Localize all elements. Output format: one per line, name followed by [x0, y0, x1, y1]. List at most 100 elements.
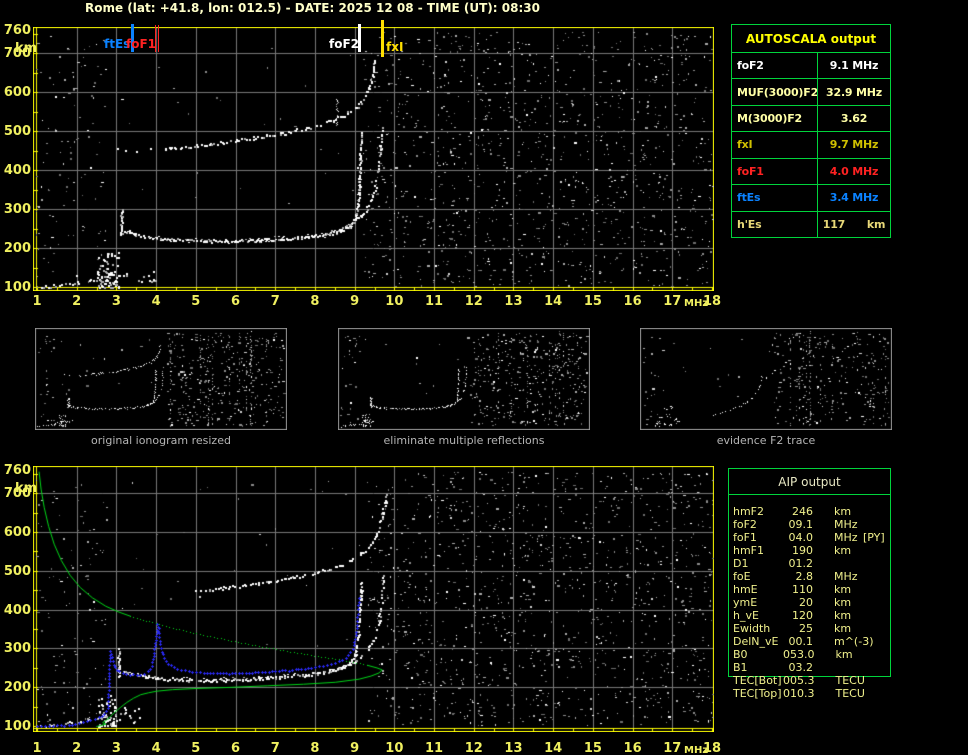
- aip-param-name: DelN_vE: [733, 635, 779, 648]
- aip-param-unit: km: [834, 544, 852, 557]
- x-tick-label: 6: [230, 294, 241, 309]
- y-tick-label: 600: [3, 85, 31, 101]
- aip-row: TEC[Bot] 005.3 TECU: [729, 674, 890, 687]
- aip-row: hmE 110 km: [729, 583, 890, 596]
- x-tick-label: 14: [544, 741, 563, 755]
- aip-param-value: 04.0: [788, 531, 814, 544]
- aip-param-name: foE: [733, 570, 751, 583]
- aip-param-name: D1: [733, 557, 749, 570]
- autoscala-param-name: foF2: [732, 53, 818, 79]
- aip-param-unit: [834, 661, 863, 674]
- autoscala-param-name: h'Es: [732, 211, 818, 237]
- marker-foF2-label: foF2: [329, 37, 360, 51]
- autoscala-param-value: 9.1 MHz: [829, 59, 879, 73]
- aip-param-name: B1: [733, 661, 748, 674]
- y-tick-label: 100: [3, 280, 31, 295]
- aip-row: D1 01.2: [729, 557, 890, 570]
- x-tick-label: 3: [111, 741, 121, 755]
- x-axis-unit-label: MHz: [684, 745, 709, 755]
- x-tick-label: 14: [544, 294, 563, 309]
- autoscala-table-header: AUTOSCALA output: [732, 25, 890, 53]
- autoscala-param-name: ftEs: [732, 185, 818, 211]
- aip-param-unit: [834, 557, 863, 570]
- autoscala-row: foF1 4.0 MHz: [732, 157, 890, 185]
- y-tick-label: 200: [3, 241, 31, 257]
- x-tick-label: 15: [583, 294, 602, 309]
- x-tick-label: 10: [385, 294, 404, 309]
- x-tick-label: 11: [425, 741, 444, 755]
- y-axis-unit-label: km: [15, 41, 38, 56]
- aip-row: B0 053.0 km: [729, 648, 890, 661]
- autoscala-row: fxI 9.7 MHz: [732, 131, 890, 158]
- aip-row: B1 03.2: [729, 661, 890, 674]
- aip-param-value: 246: [792, 505, 813, 518]
- aip-param-value: 053.0: [783, 648, 815, 661]
- x-tick-label: 7: [270, 294, 280, 309]
- x-axis-unit-label: MHz: [684, 298, 709, 309]
- aip-row: foF2 09.1 MHz: [729, 518, 890, 531]
- autoscala-param-value: 9.7 MHz: [829, 138, 879, 152]
- aip-row: h_vE 120 km: [729, 609, 890, 622]
- autoscala-param-value: 3.62: [840, 112, 868, 126]
- x-tick-label: 3: [111, 294, 121, 309]
- autoscala-row: MUF(3000)F2 32.9 MHz: [732, 78, 890, 105]
- aip-param-value: 2.8: [795, 570, 814, 583]
- x-tick-label: 1: [32, 294, 42, 309]
- aip-row: foF1 04.0 MHz [PY]: [729, 531, 890, 544]
- x-tick-label: 15: [583, 741, 602, 755]
- y-tick-label: 200: [3, 680, 31, 696]
- aip-param-unit: km: [834, 583, 852, 596]
- aip-output-table: AIP output hmF2 246 km foF2 09.1 MHz foF1 04.0 M…: [728, 468, 891, 700]
- marker-foF1-line: [158, 25, 159, 52]
- autoscala-param-value: 3.4 MHz: [829, 191, 879, 205]
- aip-param-unit: MHz: [834, 570, 858, 583]
- aip-row: DelN_vE 00.1 m^(-3): [729, 635, 890, 648]
- panel-original-resized: [35, 328, 287, 430]
- autoscala-row: foF2 9.1 MHz: [732, 53, 890, 79]
- x-tick-label: 9: [350, 294, 360, 309]
- aip-param-unit: MHz: [834, 531, 858, 544]
- marker-fxI-line: [381, 20, 384, 57]
- aip-param-name: h_vE: [733, 609, 759, 622]
- panel-evidence-f2: [640, 328, 892, 430]
- x-tick-label: 5: [191, 741, 201, 755]
- y-tick-label: 760: [3, 23, 31, 38]
- x-tick-label: 13: [504, 741, 523, 755]
- aip-param-value: 09.1: [788, 518, 814, 531]
- aip-param-name: ymE: [733, 596, 758, 609]
- aip-param-name: foF2: [733, 518, 757, 531]
- aip-param-value: 120: [792, 609, 813, 622]
- caption-evidence-f2: evidence F2 trace: [716, 434, 816, 447]
- aip-param-name: hmF2: [733, 505, 765, 518]
- y-tick-label: 400: [3, 602, 31, 618]
- aip-param-unit: km: [834, 622, 852, 635]
- aip-table-rows: hmF2 246 km foF2 09.1 MHz foF1 04.0 MHz [PY] hmF1 1…: [729, 495, 890, 700]
- aip-param-value: 110: [792, 583, 813, 596]
- x-tick-label: 8: [310, 294, 320, 309]
- autoscala-param-name: fxI: [732, 132, 818, 158]
- x-tick-label: 17: [663, 294, 682, 309]
- x-tick-label: 13: [504, 294, 523, 309]
- aip-row: hmF1 190 km: [729, 544, 890, 557]
- aip-param-unit: km: [834, 609, 852, 622]
- aip-row: Ewidth 25 km: [729, 622, 890, 635]
- aip-param-name: foF1: [733, 531, 757, 544]
- aip-param-name: B0: [733, 648, 748, 661]
- x-tick-label: 9: [350, 741, 360, 755]
- marker-fxI-label: fxI: [386, 40, 404, 54]
- aip-param-unit: TECU: [835, 687, 865, 700]
- aip-param-unit: MHz: [834, 518, 858, 531]
- aip-param-unit: TECU: [835, 674, 865, 687]
- station-title: Rome (lat: +41.8, lon: 012.5) - DATE: 20…: [85, 1, 540, 15]
- y-tick-label: 100: [3, 719, 31, 734]
- autoscala-output-table: AUTOSCALA output foF2 9.1 MHz MUF(3000)F2 3…: [731, 24, 891, 238]
- aip-param-value: 01.2: [788, 557, 814, 570]
- x-tick-label: 10: [385, 741, 404, 755]
- x-tick-label: 4: [151, 741, 161, 755]
- aip-row: TEC[Top] 010.3 TECU: [729, 687, 890, 700]
- aip-param-unit: m^(-3): [834, 635, 874, 648]
- aip-param-value: 03.2: [788, 661, 814, 674]
- y-tick-label: 500: [3, 563, 31, 579]
- aip-param-unit: km: [835, 648, 853, 661]
- y-tick-label: 400: [3, 163, 31, 179]
